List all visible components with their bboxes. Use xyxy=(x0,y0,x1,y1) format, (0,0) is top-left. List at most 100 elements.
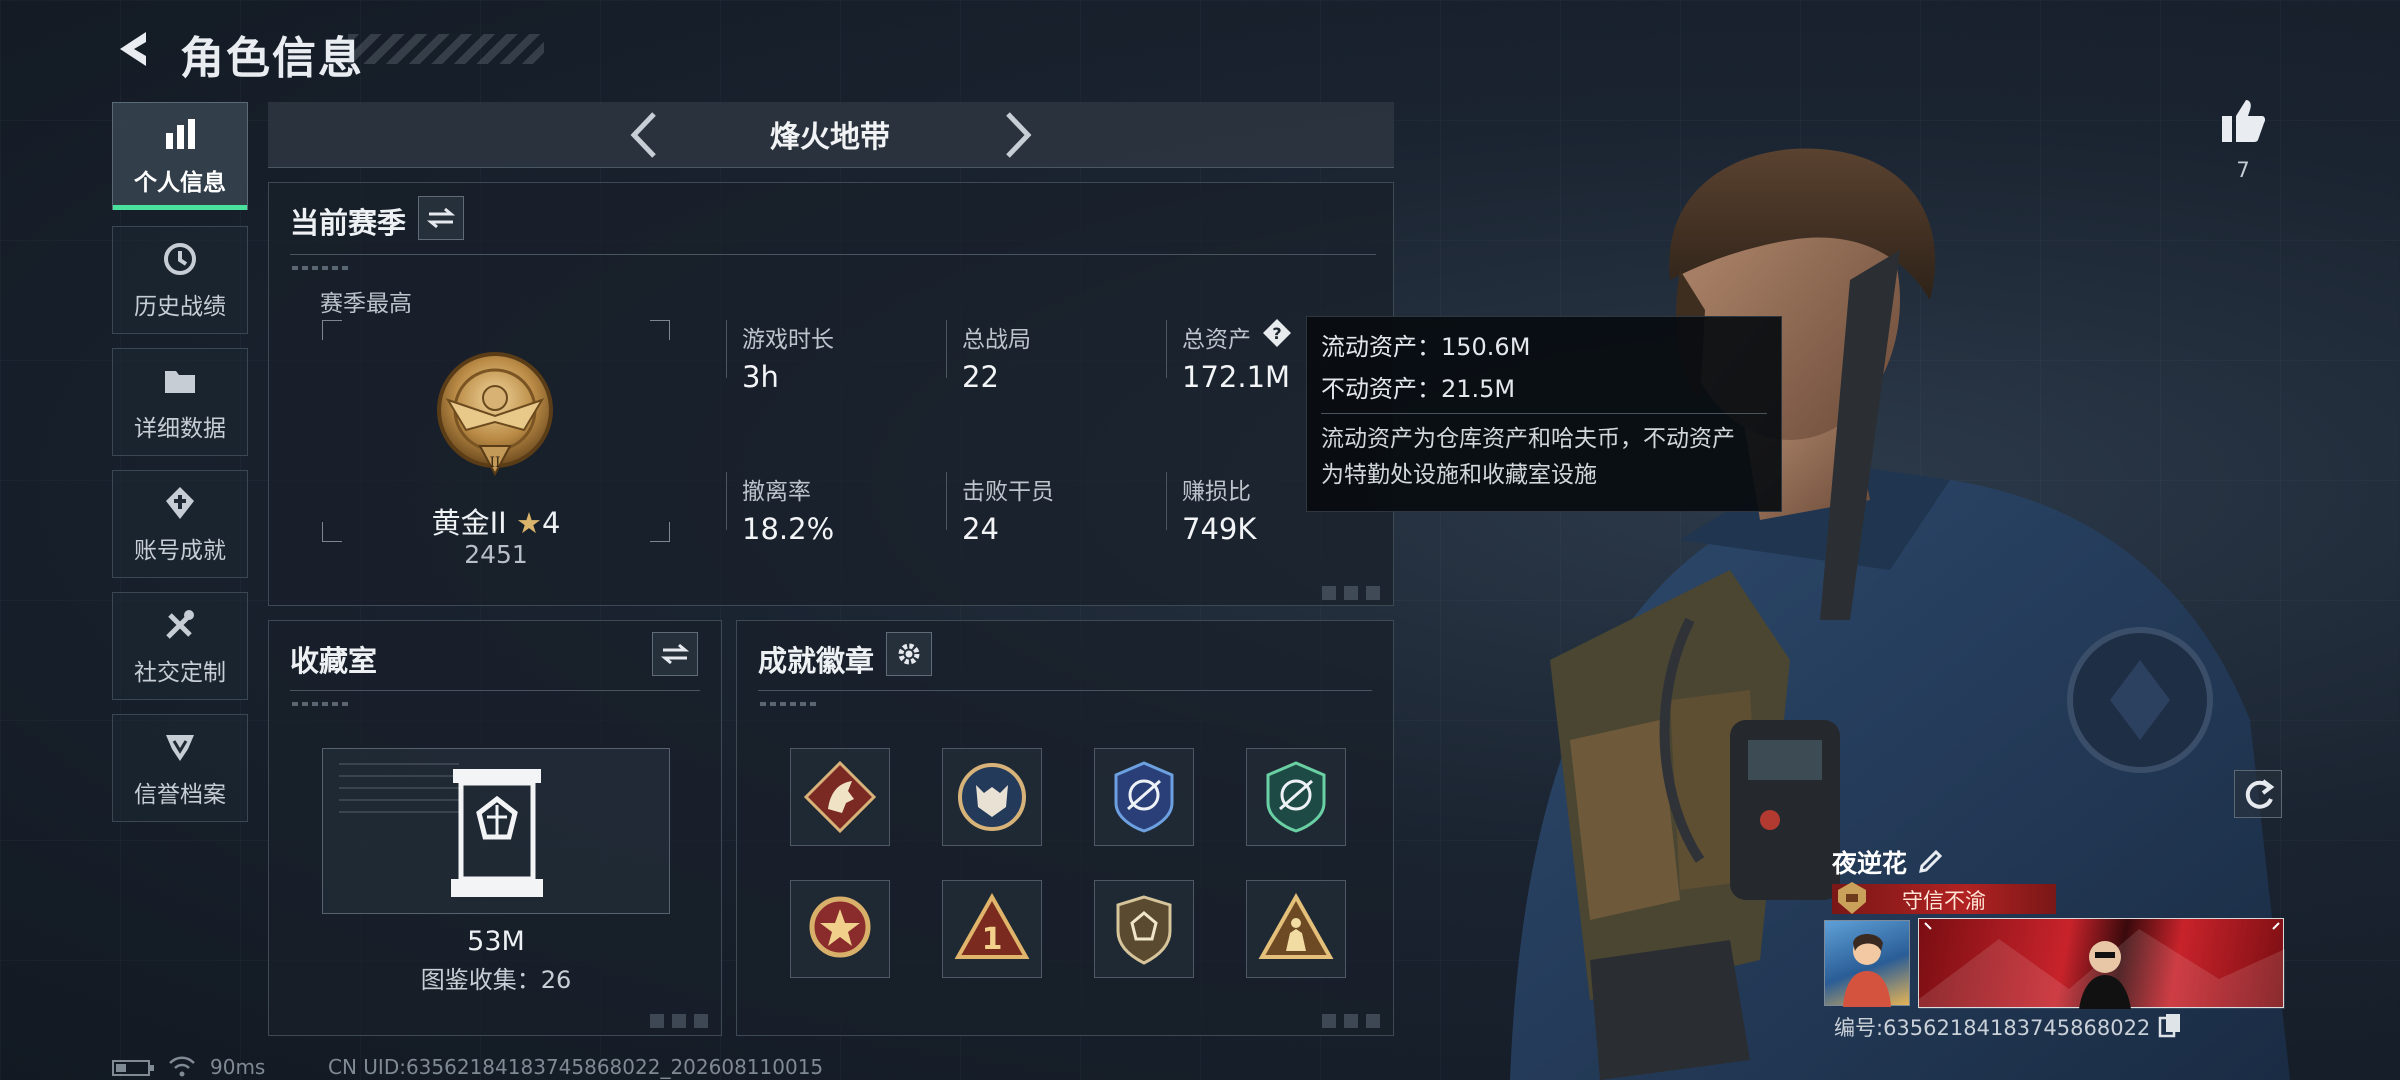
svg-text:II: II xyxy=(489,455,500,471)
divider-deco xyxy=(292,266,352,270)
svg-text:1: 1 xyxy=(982,922,1003,957)
badge-rank-one[interactable]: 1 xyxy=(942,880,1042,978)
mode-title: 烽火地带 xyxy=(770,120,890,155)
stat-value-profit-ratio: 749K xyxy=(1182,512,1257,546)
divider xyxy=(290,690,700,691)
copy-icon[interactable] xyxy=(2158,1012,2182,1038)
collection-preview[interactable] xyxy=(322,748,670,914)
badge-crosshair-green[interactable] xyxy=(1246,748,1346,846)
stat-separator xyxy=(726,472,727,530)
stat-value-matches: 22 xyxy=(962,360,999,394)
stat-label-extract-rate: 撤离率 xyxy=(742,479,811,505)
display-case-icon xyxy=(451,769,543,897)
achievements-settings-button[interactable] xyxy=(886,632,932,676)
asset-tooltip: 流动资产：150.6M 不动资产：21.5M 流动资产为仓库资产和哈夫币，不动资… xyxy=(1306,316,1782,512)
rank-stars: 4 xyxy=(541,506,561,540)
refresh-icon xyxy=(2245,779,2275,809)
star-medal-badge-icon xyxy=(809,896,871,958)
badge-star-medal[interactable] xyxy=(790,880,890,978)
corner-decoration xyxy=(1322,1014,1386,1028)
divider-deco xyxy=(760,702,820,706)
rank-name-row: 黄金II ★4 xyxy=(322,500,670,542)
stat-label-kills: 击败干员 xyxy=(962,479,1054,505)
page-title: 角色信息 xyxy=(180,33,364,84)
sidebar-item-personal-info[interactable]: 个人信息 xyxy=(112,102,248,210)
rank-score: 2451 xyxy=(464,540,528,569)
back-arrow-icon[interactable] xyxy=(110,26,156,72)
help-icon[interactable]: ? xyxy=(1262,318,1292,348)
badge-shield[interactable] xyxy=(1094,880,1194,978)
season-title: 当前赛季 xyxy=(290,206,407,240)
sidebar-item-credit-profile[interactable]: 信誉档案 xyxy=(112,714,248,822)
achievements-title: 成就徽章 xyxy=(758,644,875,678)
chevron-left-icon[interactable] xyxy=(626,110,662,160)
badge-wolf[interactable] xyxy=(942,748,1042,846)
season-best-label: 赛季最高 xyxy=(320,291,412,317)
divider xyxy=(758,690,1372,691)
stat-label-matches: 总战局 xyxy=(962,327,1031,353)
stat-value-extract-rate: 18.2% xyxy=(742,512,835,546)
stat-label-playtime: 游戏时长 xyxy=(742,327,834,353)
swap-icon xyxy=(427,207,455,229)
wolf-badge-icon xyxy=(958,763,1026,831)
divider xyxy=(290,254,1376,255)
tooltip-liquid-assets: 流动资产：150.6M xyxy=(1321,333,1531,361)
credit-icon xyxy=(166,735,194,761)
player-title: 守信不渝 xyxy=(1902,889,1986,913)
history-clock-icon xyxy=(164,243,196,275)
crosshair-badge-blue-icon xyxy=(1114,761,1174,833)
sidebar-item-label: 社交定制 xyxy=(134,660,226,686)
folder-icon xyxy=(165,371,195,393)
horse-badge-icon xyxy=(803,760,877,834)
wifi-icon xyxy=(168,1054,196,1078)
stat-separator xyxy=(1166,320,1167,378)
stat-label-profit-ratio: 赚损比 xyxy=(1182,479,1251,505)
sidebar-item-label: 详细数据 xyxy=(134,416,226,442)
collection-title: 收藏室 xyxy=(290,644,378,678)
sidebar-item-detailed-data[interactable]: 详细数据 xyxy=(112,348,248,456)
stat-separator xyxy=(1166,472,1167,530)
badge-crosshair-blue[interactable] xyxy=(1094,748,1194,846)
preview-text-lines xyxy=(339,763,459,823)
rank-name: 黄金II xyxy=(431,506,507,540)
tooltip-desc-line2: 为特勤处设施和收藏室设施 xyxy=(1321,462,1597,488)
collection-value: 53M xyxy=(467,926,525,957)
tooltip-divider xyxy=(1321,413,1767,414)
thumbs-up-icon[interactable] xyxy=(2218,96,2268,146)
sidebar-item-history[interactable]: 历史战绩 xyxy=(112,226,248,334)
gear-icon xyxy=(898,643,920,665)
gold-rank-emblem: II xyxy=(428,346,562,486)
tooltip-desc-line1: 流动资产为仓库资产和哈夫币，不动资产 xyxy=(1321,426,1735,452)
badge-triangle-soldiers[interactable] xyxy=(1246,880,1346,978)
ping-text: 90ms xyxy=(210,1055,266,1079)
player-avatar[interactable] xyxy=(1824,920,1910,1007)
sidebar-item-social-custom[interactable]: 社交定制 xyxy=(112,592,248,700)
collection-catalog: 图鉴收集：26 xyxy=(420,966,572,994)
uid-text: CN UID:63562184183745868022_202608110015 xyxy=(328,1055,824,1079)
badge-horse[interactable] xyxy=(790,748,890,846)
stat-label-total-assets: 总资产 xyxy=(1182,327,1251,353)
star-icon: ★ xyxy=(515,506,542,540)
player-uid: 编号:63562184183745868022 xyxy=(1834,1016,2151,1040)
tools-icon xyxy=(166,610,194,639)
rank-one-badge-icon: 1 xyxy=(954,892,1030,959)
player-namecard[interactable] xyxy=(1918,918,2285,1009)
bar-chart-icon xyxy=(166,119,195,149)
collection-swap-button[interactable] xyxy=(652,632,698,676)
sidebar-item-label: 信誉档案 xyxy=(134,782,226,808)
sidebar-item-label: 历史战绩 xyxy=(134,294,226,320)
stat-value-playtime: 3h xyxy=(742,360,779,394)
chevron-right-icon[interactable] xyxy=(1000,110,1036,160)
sidebar-item-achievements[interactable]: 账号成就 xyxy=(112,470,248,578)
edit-name-icon[interactable] xyxy=(1916,844,1946,874)
title-decoration xyxy=(348,34,544,64)
achievement-icon xyxy=(166,487,194,519)
stat-value-total-assets: 172.1M xyxy=(1182,360,1291,394)
triangle-soldiers-badge-icon xyxy=(1258,892,1334,959)
rotate-button[interactable] xyxy=(2234,770,2282,818)
swap-button[interactable] xyxy=(418,196,464,240)
battery-icon xyxy=(112,1058,156,1078)
sidebar-item-label: 账号成就 xyxy=(134,538,226,564)
svg-text:?: ? xyxy=(1272,324,1281,343)
swap-icon xyxy=(661,643,689,665)
